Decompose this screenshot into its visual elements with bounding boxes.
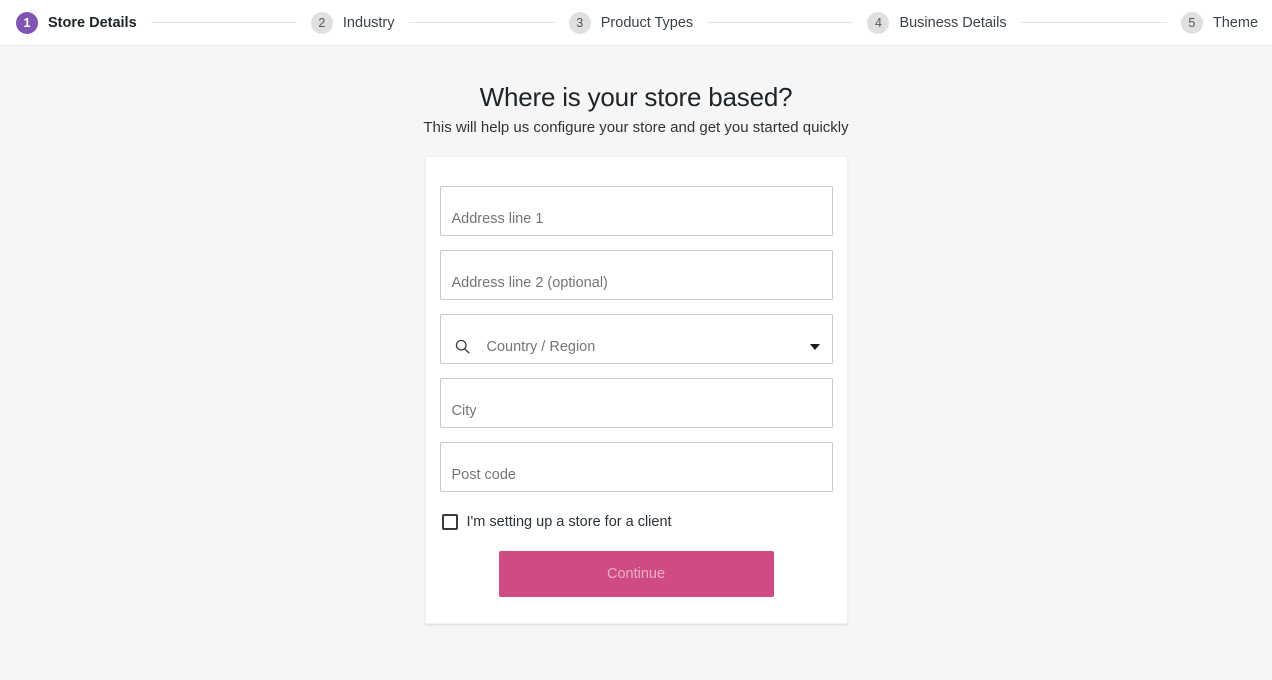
step-number-badge: 5 xyxy=(1180,11,1203,34)
stepper-connector xyxy=(1020,22,1167,23)
stepper-connector xyxy=(707,22,854,23)
stepper-connector xyxy=(150,22,297,23)
stepper-step-industry[interactable]: 2 Industry xyxy=(310,11,395,34)
page-subtitle: This will help us configure your store a… xyxy=(423,119,849,136)
step-label: Business Details xyxy=(899,14,1007,31)
step-label: Theme xyxy=(1212,14,1259,31)
post-code-placeholder: Post code xyxy=(451,467,517,483)
setup-stepper: 1 Store Details 2 Industry 3 Product Typ… xyxy=(0,0,1272,46)
step-number-badge: 1 xyxy=(16,11,38,34)
client-store-checkbox-label: I'm setting up a store for a client xyxy=(466,514,672,530)
step-number-badge: 4 xyxy=(867,11,890,34)
chevron-down-icon[interactable] xyxy=(809,344,820,350)
store-address-card-wrapper: Address line 1 Address line 2 (optional)… xyxy=(0,156,1272,624)
address-line-2-placeholder: Address line 2 (optional) xyxy=(451,275,608,291)
country-region-placeholder: Country / Region xyxy=(486,339,596,355)
address-line-2-field[interactable]: Address line 2 (optional) xyxy=(439,250,833,300)
city-field[interactable]: City xyxy=(439,378,833,428)
stepper-step-business-details[interactable]: 4 Business Details xyxy=(867,11,1007,34)
onboarding-page: Where is your store based? This will hel… xyxy=(0,46,1272,624)
step-number-badge: 3 xyxy=(568,11,591,34)
client-store-checkbox-row[interactable]: I'm setting up a store for a client xyxy=(440,514,833,530)
post-code-field[interactable]: Post code xyxy=(439,442,833,492)
stepper-step-theme[interactable]: 5 Theme xyxy=(1180,11,1259,34)
store-address-card: Address line 1 Address line 2 (optional)… xyxy=(424,156,848,624)
page-title: Where is your store based? xyxy=(479,82,793,112)
stepper-connector xyxy=(408,22,555,23)
address-line-1-placeholder: Address line 1 xyxy=(451,211,544,227)
client-store-checkbox[interactable] xyxy=(441,514,458,530)
country-region-select[interactable]: Country / Region xyxy=(439,314,833,364)
stepper-step-product-types[interactable]: 3 Product Types xyxy=(568,11,694,34)
continue-button[interactable]: Continue xyxy=(498,551,774,597)
address-line-1-field[interactable]: Address line 1 xyxy=(439,186,833,236)
step-number-badge: 2 xyxy=(310,11,333,34)
step-label: Store Details xyxy=(48,14,137,31)
city-placeholder: City xyxy=(451,403,477,419)
step-label: Industry xyxy=(342,14,395,31)
stepper-step-store-details[interactable]: 1 Store Details xyxy=(16,11,137,34)
continue-button-wrapper: Continue xyxy=(440,551,833,597)
step-label: Product Types xyxy=(600,14,694,31)
